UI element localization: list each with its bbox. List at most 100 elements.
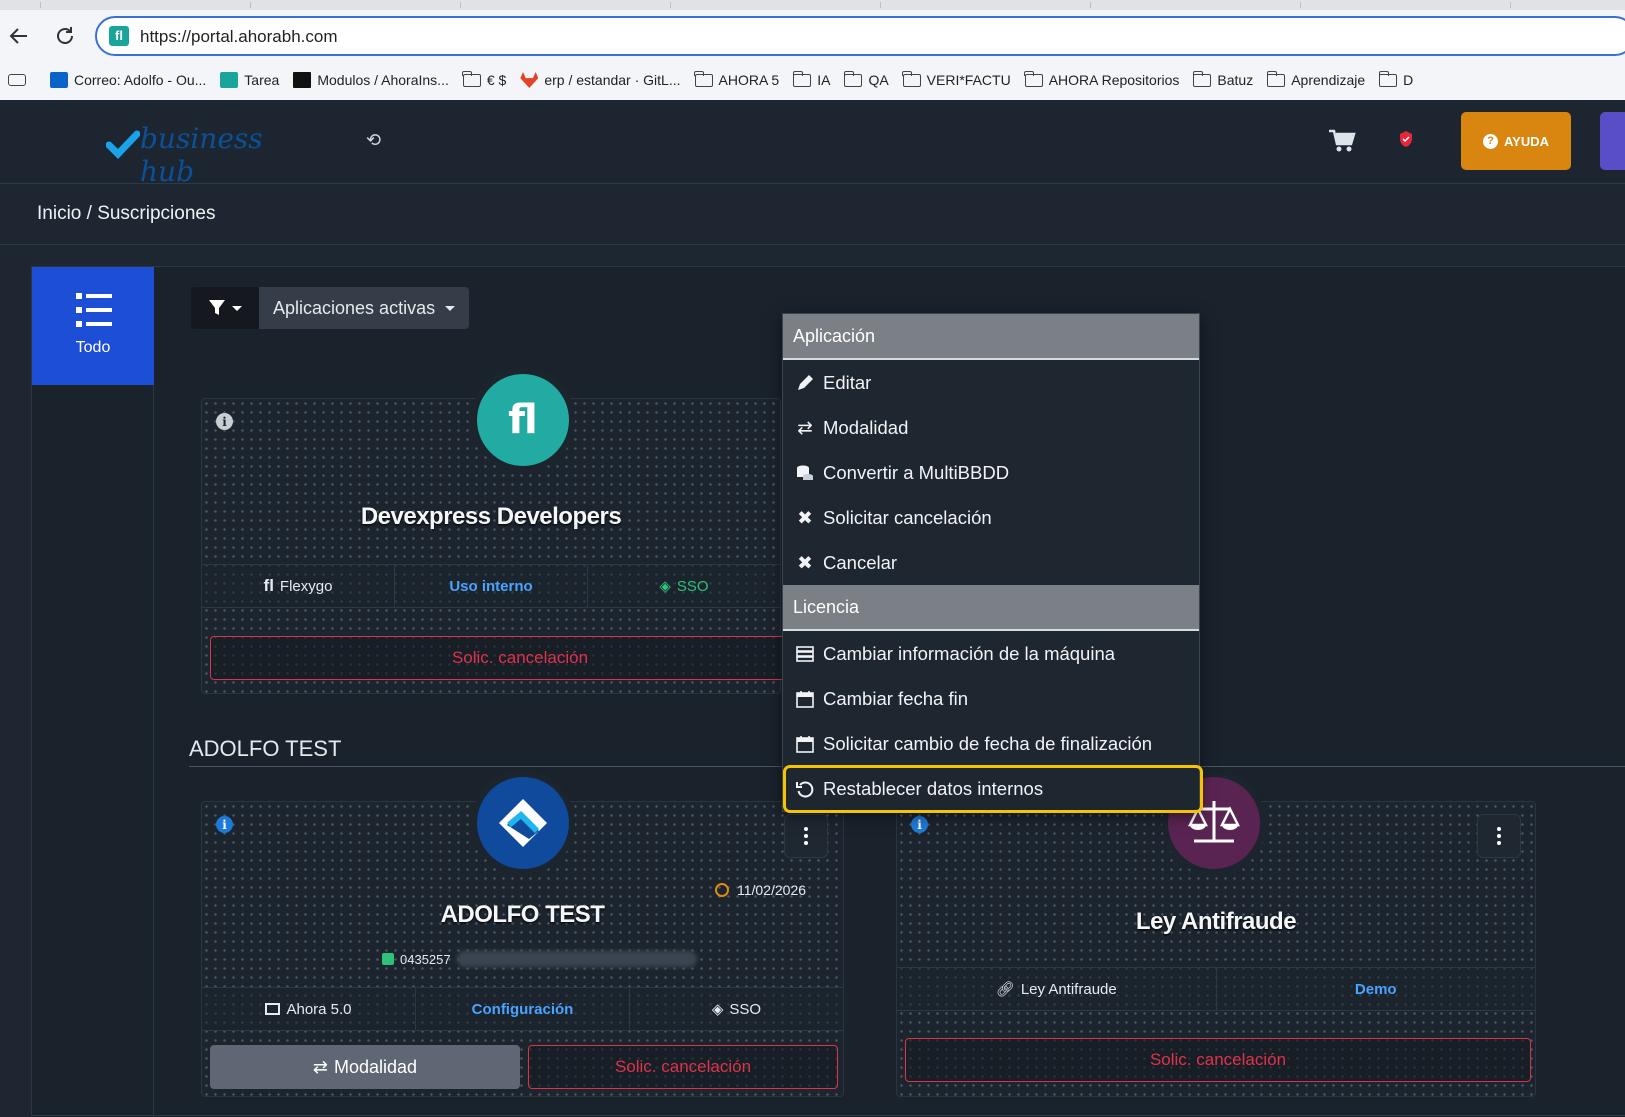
reload-icon (57, 27, 73, 44)
monitor-icon (265, 1003, 281, 1015)
folder-icon (792, 70, 812, 87)
help-button[interactable]: ? AYUDA (1461, 112, 1571, 170)
group-title: ADOLFO TEST (189, 736, 342, 761)
bookmark-batuz[interactable]: Batuz (1192, 70, 1253, 88)
license-icon (382, 953, 394, 965)
teamcity-icon (293, 72, 312, 88)
bookmark-verifactu[interactable]: VERI*FACTU (902, 70, 1011, 88)
gitlab-icon (520, 72, 539, 88)
address-bar[interactable]: fl https://portal.ahorabh.com (95, 16, 1625, 56)
bookmark-ahora-repos[interactable]: AHORA Repositorios (1024, 70, 1179, 88)
ahora-app-logo (477, 777, 569, 869)
sso-link[interactable]: ◈ SSO (630, 988, 843, 1030)
info-icon[interactable]: i (911, 816, 928, 833)
highlight-box (783, 765, 1203, 813)
filter-group: Aplicaciones activas (191, 287, 470, 329)
database-icon (795, 463, 815, 483)
folder-icon (843, 70, 863, 87)
info-icon[interactable]: i (216, 816, 233, 833)
side-nav: Todo (32, 267, 154, 1117)
menu-item-editar[interactable]: Editar (783, 360, 1199, 405)
help-label: AYUDA (1503, 133, 1550, 149)
folder-icon (694, 70, 713, 87)
menu-item-modalidad[interactable]: ⇄ Modalidad (783, 405, 1199, 450)
menu-item-cambiar-fecha-fin[interactable]: Cambiar fecha fin (783, 676, 1199, 721)
card-menu-button[interactable] (784, 814, 828, 858)
menu-section-licencia: Licencia (783, 585, 1199, 631)
sso-icon: ◈ (711, 1001, 724, 1018)
bookmark-d[interactable]: D (1378, 70, 1413, 88)
modalidad-button[interactable]: ⇄ Modalidad (210, 1045, 520, 1089)
app-header: business hub ⟲ ? AYUDA (0, 100, 1625, 188)
times-icon: ✖ (797, 551, 813, 573)
flexygo-icon: fl (508, 397, 538, 443)
menu-item-convertir-multibbdd[interactable]: Convertir a MultiBBDD (783, 450, 1199, 495)
breadcrumb[interactable]: Inicio / Suscripciones (37, 203, 215, 225)
menu-section-aplicacion: Aplicación (783, 314, 1199, 360)
ahora-logo-icon (499, 799, 547, 847)
bookmark-aprendizaje[interactable]: Aprendizaje (1266, 70, 1365, 88)
address-url[interactable]: https://portal.ahorabh.com (140, 27, 338, 47)
bookmark-tarea[interactable]: Tarea (220, 72, 279, 88)
context-menu: Aplicación Editar ⇄ Modalidad Convertir … (782, 313, 1200, 812)
bookmark-euro[interactable]: € $ (462, 70, 506, 88)
times-icon: ✖ (797, 506, 813, 528)
nav-item-todo[interactable]: Todo (32, 267, 154, 385)
folder-icon (1192, 70, 1212, 87)
pencil-icon (795, 373, 815, 393)
usage-link[interactable]: Uso interno (395, 565, 588, 607)
filter-button[interactable] (191, 287, 259, 329)
blurred-license-key (456, 951, 697, 967)
apps-filter-dropdown[interactable]: Aplicaciones activas (259, 287, 470, 329)
info-icon[interactable]: i (216, 413, 233, 430)
bookmark-ia[interactable]: IA (792, 70, 830, 88)
menu-item-cambiar-info-maquina[interactable]: Cambiar información de la máquina (783, 631, 1199, 676)
card-title: Devexpress Developers (360, 503, 622, 530)
sso-link[interactable]: ◈ SSO (588, 565, 780, 607)
menu-item-solicitar-cancelacion[interactable]: ✖ Solicitar cancelación (783, 495, 1199, 540)
folder-icon (1266, 70, 1286, 87)
sso-icon: ◈ (659, 578, 671, 595)
chevron-down-icon (232, 305, 242, 311)
exchange-icon: ⇄ (312, 1056, 329, 1077)
product-cell: Ahora 5.0 (202, 988, 416, 1030)
bookmark-gitlab[interactable]: erp / estandar · GitL... (520, 72, 681, 88)
list-icon (76, 293, 112, 327)
folder-icon (462, 70, 481, 87)
apps-filter-label: Aplicaciones activas (273, 297, 436, 318)
tab-search-icon[interactable] (8, 74, 26, 86)
back-button[interactable] (5, 22, 33, 50)
folder-icon (1024, 70, 1043, 87)
card-title: ADOLFO TEST (440, 901, 605, 928)
mode-link[interactable]: Demo (1217, 968, 1536, 1010)
extra-header-button[interactable] (1600, 112, 1625, 170)
reload-button[interactable] (51, 22, 79, 50)
exchange-icon: ⇄ (797, 416, 813, 438)
filter-icon (209, 300, 225, 315)
configuration-link[interactable]: Configuración (416, 988, 630, 1030)
expiry-date: 11/02/2026 (715, 882, 806, 898)
outlook-icon (50, 72, 68, 88)
logo-text: business hub (140, 122, 263, 188)
bookmark-outlook[interactable]: Correo: Adolfo - Ou... (50, 72, 206, 88)
bookmark-modulos[interactable]: Modulos / AhoraIns... (293, 72, 449, 88)
calendar-icon (795, 689, 815, 709)
request-cancel-button[interactable]: Solic. cancelación (210, 636, 830, 680)
calendar-icon (795, 734, 815, 754)
question-circle-icon: ? (1482, 133, 1498, 149)
business-hub-logo[interactable]: business hub (106, 118, 306, 188)
breadcrumb-bar: Inicio / Suscripciones (0, 185, 1625, 245)
history-icon[interactable]: ⟲ (366, 130, 381, 151)
menu-item-solicitar-cambio-fecha[interactable]: Solicitar cambio de fecha de finalizació… (783, 721, 1199, 766)
flexygo-icon (220, 72, 239, 88)
bookmark-ahora5[interactable]: AHORA 5 (694, 70, 779, 88)
card-meta-row: Ahora 5.0 Configuración ◈ SSO (202, 987, 843, 1031)
shield-icon[interactable] (1398, 130, 1414, 153)
license-id: 0435257 (382, 944, 697, 974)
card-menu-button[interactable] (1477, 814, 1521, 858)
cart-icon[interactable] (1328, 128, 1356, 159)
request-cancel-button[interactable]: Solic. cancelación (528, 1045, 838, 1089)
request-cancel-button[interactable]: Solic. cancelación (905, 1038, 1531, 1082)
menu-item-cancelar[interactable]: ✖ Cancelar (783, 540, 1199, 585)
bookmark-qa[interactable]: QA (843, 70, 889, 88)
